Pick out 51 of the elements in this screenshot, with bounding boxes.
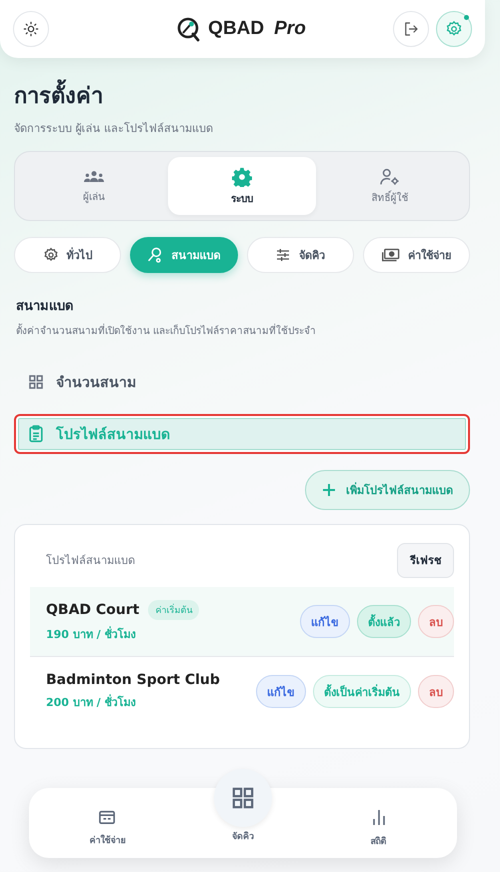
category-tab[interactable]: จัดคิว: [246, 237, 354, 273]
page-subtitle: จัดการระบบ ผู้เล่น และโปรไฟล์สนามแบด: [14, 121, 214, 137]
category-tab[interactable]: ทั่วไป: [14, 237, 122, 273]
category-tab[interactable]: สนามแบด: [130, 237, 238, 273]
add-profile-button[interactable]: เพิ่มโปรไฟล์สนามแบด: [305, 470, 470, 510]
profile-name: Badminton Sport Club: [46, 672, 220, 688]
bar-chart-icon: [370, 808, 387, 826]
profile-price: 200 บาท / ชั่วโมง: [46, 693, 136, 711]
section-description: ตั้งค่าจำนวนสนามที่เปิดใช้งาน และเก็บโปรไฟล์ราคาสนามที่ใช้ประจำ: [16, 323, 470, 338]
grid-icon: [28, 374, 44, 390]
settings-button[interactable]: [436, 11, 472, 47]
plus-icon: [322, 483, 336, 497]
sliders-icon: [275, 247, 292, 263]
clipboard-icon: [28, 425, 44, 443]
nav-label: จัดคิว: [232, 830, 254, 843]
card-title: โปรไฟล์สนามแบด: [46, 553, 135, 569]
nav-item[interactable]: ค่าใช้จ่าย: [57, 808, 158, 848]
user-settings-icon: [380, 168, 400, 186]
theme-button[interactable]: [13, 11, 49, 47]
edit-button[interactable]: แก้ไข: [256, 675, 306, 708]
refresh-button[interactable]: รีเฟรช: [397, 542, 454, 578]
racket-icon: [147, 247, 164, 263]
set-default-button[interactable]: ตั้งแล้ว: [357, 605, 411, 638]
logout-button[interactable]: [392, 11, 429, 47]
delete-button[interactable]: ลบ: [418, 605, 454, 638]
profile-price: 190 บาท / ชั่วโมง: [46, 625, 136, 643]
delete-button[interactable]: ลบ: [418, 675, 454, 708]
gear-icon: [42, 247, 59, 263]
set-default-button[interactable]: ตั้งเป็นค่าเริ่มต้น: [313, 675, 411, 708]
logo-text: QBAD: [208, 18, 264, 40]
menu-item[interactable]: จำนวนสนาม: [14, 362, 470, 402]
banknote-icon: [382, 247, 400, 263]
logo-icon: [176, 16, 202, 42]
logo-suffix: Pro: [274, 18, 306, 40]
gear-icon: [232, 166, 252, 186]
page-title: การตั้งค่า: [14, 78, 470, 113]
settings-tab[interactable]: ระบบ: [168, 157, 316, 215]
category-tab[interactable]: ค่าใช้จ่าย: [362, 237, 470, 273]
settings-tab[interactable]: สิทธิ์ผู้ใช้: [316, 157, 464, 215]
section-title: สนามแบด: [16, 298, 74, 316]
wallet-icon: [98, 809, 116, 825]
menu-item[interactable]: โปรไฟล์สนามแบด: [14, 414, 470, 454]
sun-icon: [23, 21, 39, 37]
edit-button[interactable]: แก้ไข: [300, 605, 350, 638]
settings-tab[interactable]: ผู้เล่น: [20, 157, 168, 215]
profile-name: QBAD Court: [46, 602, 140, 618]
settings-icon: [444, 20, 463, 38]
users-icon: [84, 168, 104, 184]
grid-icon: [232, 787, 254, 809]
default-badge: ค่าเริ่มต้น: [148, 600, 200, 620]
nav-item[interactable]: สถิติ: [328, 807, 429, 849]
